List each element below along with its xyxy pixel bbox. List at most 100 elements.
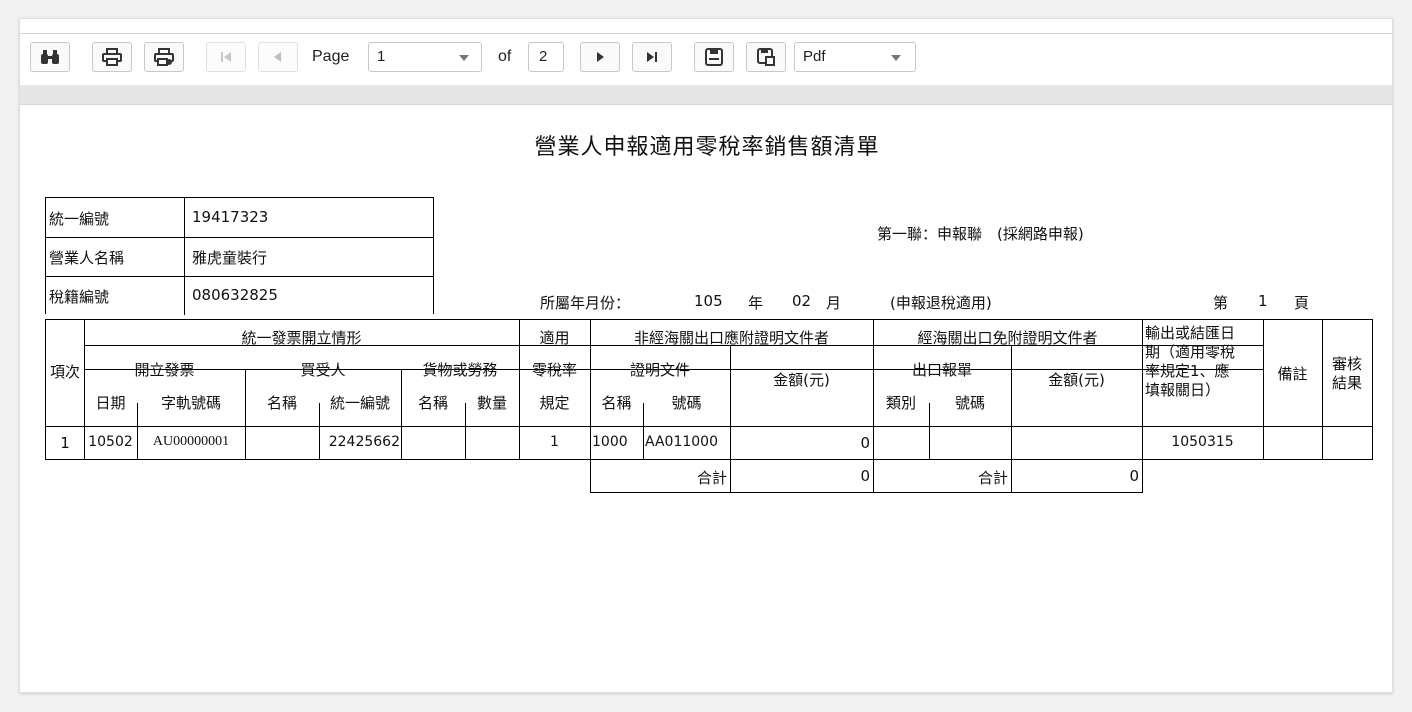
tax-registration-label: 稅籍編號: [49, 288, 110, 306]
table-border: [1372, 319, 1373, 460]
header-proof-name: 名稱: [601, 394, 632, 412]
header-buyer-name: 名稱: [266, 394, 297, 412]
header-invoice-group: 統一發票開立情形: [241, 329, 362, 347]
header-buyer: 買受人: [300, 361, 346, 379]
header-buyer-ban: 統一編號: [329, 394, 390, 412]
header-zero-rate-1: 適用: [539, 329, 570, 347]
page-prefix: 第: [1213, 294, 1229, 312]
export-icon: [757, 48, 775, 66]
total-pages-field: 2: [528, 42, 564, 72]
page-number-select[interactable]: 1: [368, 42, 482, 72]
info-divider: [46, 237, 434, 238]
last-page-icon: [647, 52, 657, 62]
cell-amount-1: 0: [860, 434, 870, 452]
period-month: 02: [792, 292, 812, 310]
header-customs-group: 經海關出口免附證明文件者: [917, 329, 1098, 347]
printer-icon: [102, 48, 122, 66]
toolbar-divider-bar: [20, 85, 1392, 105]
header-goods-name: 名稱: [417, 394, 448, 412]
header-non-customs-group: 非經海關出口應附證明文件者: [633, 329, 829, 347]
previous-icon: [274, 52, 281, 62]
page-no: 1: [1258, 292, 1268, 310]
page-suffix: 頁: [1294, 294, 1310, 312]
taxpayer-info-box: 統一編號 19417323 營業人名稱 雅虎童裝行 稅籍編號 080632825: [45, 197, 434, 315]
save-button[interactable]: [694, 42, 734, 72]
report-viewer: Page 1 of 2 Pdf 營業人申報適用零稅率銷售額清單 統一編號 194…: [19, 18, 1393, 693]
table-border: [1142, 319, 1143, 493]
export-button[interactable]: [746, 42, 786, 72]
first-page-icon: [221, 52, 231, 62]
info-divider: [46, 276, 434, 277]
floppy-disk-icon: [705, 48, 723, 66]
of-label: of: [498, 48, 512, 65]
header-declaration-type: 類別: [885, 394, 916, 412]
report-title: 營業人申報適用零稅率銷售額清單: [534, 135, 880, 160]
export-format-select[interactable]: Pdf: [794, 42, 916, 72]
total-value-1: 0: [860, 467, 870, 485]
first-page-button[interactable]: [206, 42, 246, 72]
header-item: 項次: [49, 363, 80, 381]
business-name-label: 營業人名稱: [49, 249, 125, 267]
header-export-declaration: 出口報單: [911, 361, 972, 379]
ban-label: 統一編號: [49, 210, 110, 228]
header-proof-no: 號碼: [671, 394, 702, 412]
ban-value: 19417323: [192, 208, 269, 226]
page-label: Page: [312, 48, 350, 65]
header-declaration-no: 號碼: [954, 394, 985, 412]
total-pages-value: 2: [539, 48, 548, 65]
report-toolbar: Page 1 of 2 Pdf: [20, 33, 1392, 85]
header-zero-rate-2: 零稅率: [531, 361, 577, 379]
header-amount-1: 金額(元): [773, 371, 830, 389]
previous-page-button[interactable]: [258, 42, 298, 72]
binoculars-icon: [41, 50, 59, 64]
copy-note: 第一聯：申報聯 (採網路申報): [877, 225, 1084, 243]
header-track-no: 字軌號碼: [160, 394, 221, 412]
header-issue-invoice: 開立發票: [134, 361, 195, 379]
cell-proof-no: AA011000: [645, 434, 718, 450]
print-preview-button[interactable]: [144, 42, 184, 72]
chevron-down-icon: [459, 55, 469, 61]
cell-export-date: 1050315: [1171, 434, 1234, 450]
last-page-button[interactable]: [632, 42, 672, 72]
header-date: 日期: [95, 394, 126, 412]
header-export-date-2: 期（適用零稅: [1145, 343, 1236, 361]
business-name-value: 雅虎童裝行: [192, 249, 268, 267]
print-button[interactable]: [92, 42, 132, 72]
period-label: 所屬年月份：: [540, 294, 631, 312]
find-button[interactable]: [30, 42, 70, 72]
next-icon: [597, 52, 604, 62]
header-export-date-3: 率規定1、應: [1145, 362, 1230, 380]
table-border: [245, 369, 246, 460]
tax-registration-value: 080632825: [192, 286, 278, 304]
header-amount-2: 金額(元): [1048, 371, 1105, 389]
header-zero-rate-3: 規定: [539, 394, 570, 412]
table-border: [590, 492, 1142, 493]
total-label-2: 合計: [977, 469, 1008, 487]
table-border: [401, 369, 402, 460]
cell-zero-rule: 1: [550, 434, 559, 450]
cell-item: 1: [60, 434, 70, 452]
period-month-unit: 月: [826, 294, 842, 312]
next-page-button[interactable]: [580, 42, 620, 72]
header-goods: 貨物或勞務: [422, 361, 498, 379]
cell-proof-name: 1000: [592, 434, 628, 450]
info-divider: [184, 198, 185, 315]
header-quantity: 數量: [476, 394, 507, 412]
total-label-1: 合計: [696, 469, 727, 487]
total-value-2: 0: [1129, 467, 1139, 485]
header-audit-1: 審核: [1331, 355, 1362, 373]
header-proof-doc: 證明文件: [629, 361, 690, 379]
table-border: [1263, 319, 1264, 460]
page-number-value: 1: [377, 48, 386, 65]
period-year-unit: 年: [748, 294, 764, 312]
refund-note: (申報退稅適用): [890, 294, 992, 312]
print-preview-icon: [154, 48, 174, 66]
cell-buyer-ban: 22425662: [328, 434, 400, 450]
table-border: [45, 319, 1372, 320]
cell-track-no: AU00000001: [152, 434, 230, 449]
cell-date: 10502: [88, 434, 133, 450]
header-export-date-1: 輸出或結匯日: [1145, 324, 1236, 342]
chevron-down-icon: [891, 55, 901, 61]
header-export-date-4: 填報關日）: [1145, 381, 1221, 399]
header-audit-2: 結果: [1331, 374, 1362, 392]
